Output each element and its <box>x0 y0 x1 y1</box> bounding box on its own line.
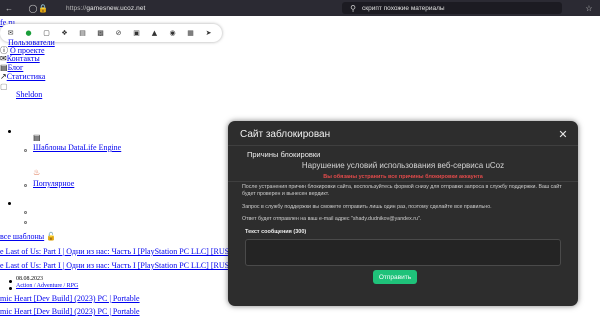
fire-icon: ♨ <box>33 168 41 177</box>
folder-icon[interactable]: ▩ <box>96 29 105 37</box>
list-bullet <box>9 287 12 290</box>
puzzle-icon[interactable]: ❖ <box>60 29 69 37</box>
divider <box>228 181 578 182</box>
search-icon: ⚲ <box>350 3 356 13</box>
lock-icon: 🔓 <box>46 232 57 241</box>
bell-icon[interactable]: ▲ <box>150 29 159 37</box>
news-title-link[interactable]: mic Heart [Dev Build] (2023) PC | Portab… <box>0 307 140 316</box>
one-time-note: Запрос в службу поддержки вы сможете отп… <box>242 204 492 210</box>
list-bullet-sub <box>24 149 27 152</box>
warning-text: Вы обязаны устранить все причины блокиро… <box>323 174 483 180</box>
search-input[interactable]: скрипт похожие материалы <box>362 5 445 12</box>
submit-button[interactable]: Отправить <box>373 270 417 284</box>
email-note: Ответ будет отправлен на ваш e-mail адре… <box>242 216 422 222</box>
list-bullet-sub <box>24 184 27 187</box>
browser-toolbar: ← ◯ 🔒 https://gamesnew.ucoz.net ⚲ скрипт… <box>0 0 600 16</box>
site-blocked-modal: Сайт заблокирован ✕ Причины блокировки Н… <box>228 121 578 306</box>
mail-icon[interactable]: ✉ <box>6 29 15 37</box>
menu-popular[interactable]: Популярное <box>33 179 74 188</box>
grid-icon[interactable]: ▦ <box>186 29 195 37</box>
news-title-link[interactable]: mic Heart [Dev Build] (2023) PC | Portab… <box>0 294 140 303</box>
file-icon[interactable]: ▤ <box>78 29 87 37</box>
block-reason: Нарушение условий использования веб-серв… <box>301 161 505 170</box>
mail-icon: ✉ <box>0 54 7 63</box>
list-bullet <box>8 130 11 133</box>
back-arrow-icon[interactable]: ← <box>4 3 14 13</box>
news-title-link[interactable]: e Last of Us: Part I | Одни из нас: Част… <box>0 261 267 270</box>
nav-blog-row: ▤Блог <box>0 63 23 72</box>
nav-contacts-row: ✉Контакты <box>0 54 40 63</box>
divider <box>228 145 578 146</box>
list-bullet-sub <box>24 211 27 214</box>
reasons-heading: Причины блокировки <box>247 150 321 159</box>
news-title-link[interactable]: e Last of Us: Part I | Одни из нас: Част… <box>0 247 248 256</box>
user-name-link[interactable]: Sheldon <box>16 90 42 99</box>
lock-icon[interactable]: 🔒 <box>38 3 48 13</box>
search-box[interactable]: ⚲ скрипт похожие материалы <box>342 2 562 14</box>
url-scheme: https:// <box>66 4 87 12</box>
textarea-label: Текст сообщения (300) <box>245 229 307 235</box>
nav-stats[interactable]: Статистика <box>7 72 46 81</box>
all-templates-link[interactable]: все шаблоны <box>0 232 44 241</box>
nav-stats-row: ↗Статистика <box>0 72 45 81</box>
post-category[interactable]: Action / Adventure / RPG <box>16 283 78 289</box>
rocket-icon[interactable]: ➤ <box>204 29 213 37</box>
shield-icon[interactable]: ◯ <box>28 3 38 13</box>
list-bullet <box>8 202 11 205</box>
templates-icon: ▤ <box>33 133 41 142</box>
address-bar[interactable]: https://gamesnew.ucoz.net <box>66 5 145 12</box>
bookmark-icon[interactable]: ☆ <box>584 3 594 13</box>
modal-title: Сайт заблокирован <box>240 129 331 140</box>
instructions-text: После устранения причин блокировки сайта… <box>242 184 562 197</box>
notification-icon[interactable]: ● <box>24 29 33 37</box>
blog-icon: ▤ <box>0 63 8 72</box>
list-bullet-sub <box>24 221 27 224</box>
avatar: ▢ <box>0 82 8 91</box>
stats-icon: ↗ <box>0 72 7 81</box>
eye-icon[interactable]: ◉ <box>168 29 177 37</box>
list-bullet <box>9 280 12 283</box>
message-textarea[interactable] <box>245 239 561 266</box>
all-templates-row: все шаблоны 🔓 <box>0 232 56 241</box>
post-date: 08.08.2023 <box>16 276 43 282</box>
url-host: gamesnew.ucoz.net <box>86 4 146 12</box>
document-icon[interactable]: ▢ <box>42 29 51 37</box>
nav-blog[interactable]: Блог <box>8 63 24 72</box>
nav-contacts[interactable]: Контакты <box>7 54 40 63</box>
lock-icon[interactable]: ▣ <box>132 29 141 37</box>
close-icon[interactable]: ✕ <box>556 127 570 141</box>
block-icon[interactable]: ⊘ <box>114 29 123 37</box>
menu-dle-templates[interactable]: Шаблоны DataLife Engine <box>33 143 121 152</box>
